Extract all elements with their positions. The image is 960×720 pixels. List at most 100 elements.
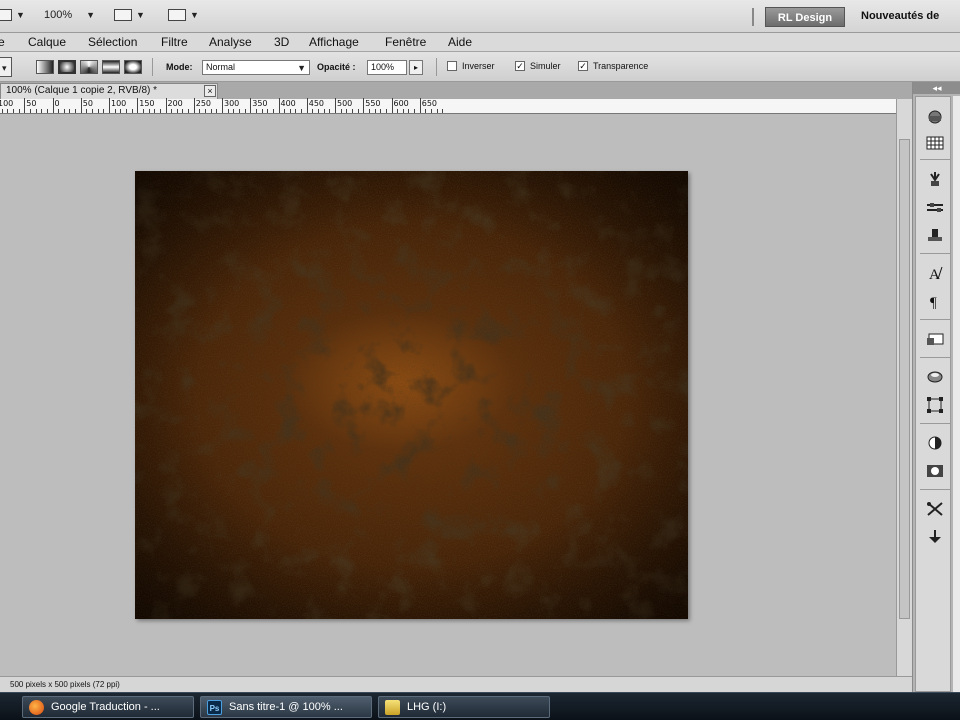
paragraph-icon[interactable]: ¶ [924,291,946,311]
clone-source-icon[interactable] [924,225,946,245]
opacity-slider-toggle[interactable]: ▸ [409,60,423,75]
leather-texture [135,171,688,619]
tool-preset-picker[interactable]: ▾ [0,57,12,77]
ruler-minor-tick [351,109,353,113]
ruler-minor-tick [125,109,127,113]
menu-item-3d[interactable]: 3D [274,35,289,49]
menu-item-analyse[interactable]: Analyse [209,35,252,49]
menu-item-affichage[interactable]: Affichage [309,35,359,49]
ruler-minor-tick [284,109,286,113]
collapse-panels-button[interactable]: ◂◂ [913,82,960,94]
ruler-label: 100 [0,99,14,108]
ruler-minor-tick [58,109,60,113]
document-tab-bar: 100% (Calque 1 copie 2, RVB/8) * × [0,82,912,99]
menu-item-fenetre[interactable]: Fenêtre [385,35,426,49]
ruler-label: 500 [337,99,353,108]
firefox-icon [29,700,44,715]
opacity-input[interactable]: 100% [367,60,407,75]
arrange-documents-dropdown[interactable]: ▼ [114,9,145,21]
horizontal-ruler[interactable]: 100 50 0 50 100 150 200 250 300 350 400 450 500 550 60… [0,98,896,114]
ruler-minor-tick [7,109,9,113]
canvas-workspace[interactable] [0,114,896,676]
ruler-minor-tick [323,109,325,113]
ruler-minor-tick [357,109,359,113]
ruler-major-tick [109,98,110,113]
ruler-minor-tick [431,109,433,113]
ruler-minor-tick [238,109,240,113]
document-tab[interactable]: 100% (Calque 1 copie 2, RVB/8) * × [0,83,218,99]
tool-presets-icon[interactable] [924,197,946,217]
zoom-dropdown[interactable]: 100% ▼ [44,9,95,21]
divider [752,8,754,26]
mode-select[interactable]: Normal ▼ [202,60,310,75]
ruler-minor-tick [289,109,291,113]
divider [920,423,950,424]
chevron-down-icon: ▼ [86,10,96,20]
taskbar-item-lhg-drive[interactable]: LHG (I:) [378,696,550,718]
inverser-checkbox[interactable] [447,61,457,71]
ruler-major-tick [80,98,82,113]
chevron-down-icon: ▼ [16,10,25,20]
options-bar: ▾ Mode: Normal ▼ Opacité : 100% ▸ Invers… [0,52,960,82]
scrollbar-thumb[interactable] [899,139,910,619]
ruler-minor-tick [374,109,376,113]
ruler-minor-tick [414,109,416,113]
workspace-new-features-label[interactable]: Nouveautés de [861,10,939,22]
actions-icon[interactable] [924,527,946,547]
simuler-checkbox[interactable]: ✓ [515,61,525,71]
ruler-label: 200 [167,99,183,108]
ruler-minor-tick [142,109,144,113]
diamond-gradient-button[interactable] [124,60,142,74]
angle-gradient-button[interactable] [80,60,98,74]
ruler-minor-tick [171,109,173,113]
menu-item-calque[interactable]: Calque [28,35,66,49]
ruler-major-tick [391,98,393,113]
screen-mode-icon [168,9,186,21]
radial-gradient-button[interactable] [58,60,76,74]
zoom-value: 100% [44,9,73,21]
transform-icon[interactable] [924,395,946,415]
layout-dropdown[interactable]: ▼ [0,9,25,21]
adjustments-icon[interactable] [924,433,946,453]
workspace-rl-design-button[interactable]: RL Design [765,7,845,27]
swatches-icon[interactable] [924,133,946,153]
ruler-minor-tick [295,109,297,113]
navigator-icon[interactable] [924,329,946,349]
ruler-label: 550 [365,99,381,108]
ruler-minor-tick [176,109,178,113]
chevron-down-icon: ▼ [136,10,145,20]
ruler-minor-tick [368,109,370,113]
ruler-minor-tick [436,109,438,113]
taskbar-item-photoshop[interactable]: Ps Sans titre-1 @ 100% ... [200,696,372,718]
document-size-info[interactable]: 500 pixels x 500 pixels (72 ppi) [10,680,120,689]
taskbar-item-google-traduction[interactable]: Google Traduction - ... [22,696,194,718]
brush-presets-icon[interactable] [924,169,946,189]
3d-icon[interactable] [924,367,946,387]
reflected-gradient-button[interactable] [102,60,120,74]
menu-item-filtre[interactable]: Filtre [161,35,188,49]
taskbar-item-label: LHG (I:) [407,701,447,713]
character-icon[interactable]: A [924,263,946,283]
linear-gradient-button[interactable] [36,60,54,74]
menu-item-selection[interactable]: Sélection [88,35,137,49]
ruler-minor-tick [318,109,320,113]
masks-icon[interactable] [924,461,946,481]
screen-mode-dropdown[interactable]: ▼ [168,9,199,21]
ruler-major-tick [363,98,365,113]
vertical-scrollbar[interactable] [896,99,912,676]
opacity-label: Opacité : [317,62,356,72]
menu-item-partial[interactable]: e [0,35,5,49]
menu-item-aide[interactable]: Aide [448,35,472,49]
ruler-minor-tick [227,109,229,113]
document-canvas[interactable] [135,171,688,619]
close-icon[interactable]: × [204,85,216,97]
tools-icon[interactable] [924,499,946,519]
ruler-minor-tick [408,109,410,113]
ruler-minor-tick [154,109,156,113]
photoshop-icon: Ps [207,700,222,715]
styles-icon[interactable] [924,107,946,127]
ruler-minor-tick [385,109,387,113]
panel-edge [953,96,960,692]
transparence-checkbox[interactable]: ✓ [578,61,588,71]
ruler-major-tick [52,98,54,113]
